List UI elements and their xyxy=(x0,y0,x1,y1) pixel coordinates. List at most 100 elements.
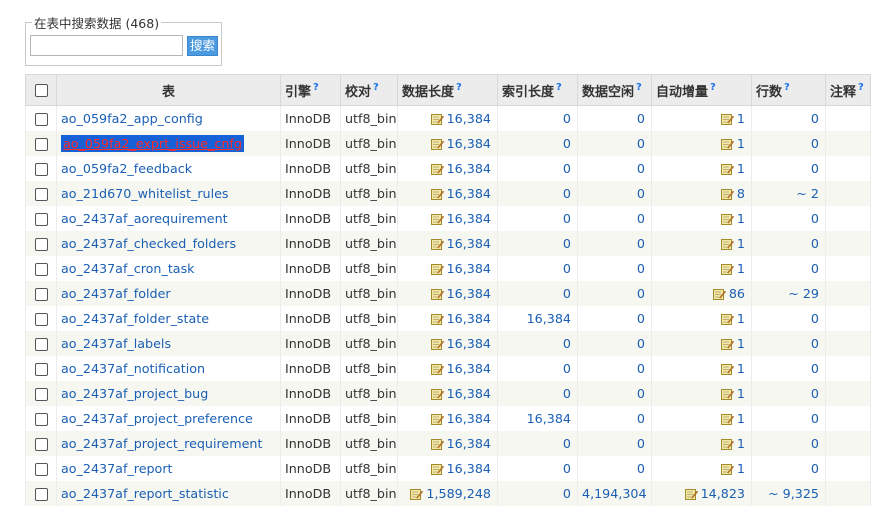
row-checkbox[interactable] xyxy=(34,438,48,451)
data-length-cell[interactable]: 16,384 xyxy=(397,381,498,406)
row-checkbox[interactable] xyxy=(34,188,48,201)
help-icon[interactable]: ? xyxy=(710,82,716,93)
table-row[interactable]: ao_2437af_report_statistic InnoDB utf8_bin… xyxy=(25,481,871,506)
table-name-link[interactable]: ao_2437af_aorequirement xyxy=(61,211,228,226)
help-icon[interactable]: ? xyxy=(556,82,562,93)
table-name-link[interactable]: ao_2437af_notification xyxy=(61,361,205,376)
header-data-length[interactable]: 数据长度? xyxy=(397,74,498,106)
select-all-checkbox[interactable] xyxy=(34,83,48,97)
auto-increment-cell[interactable]: 86 xyxy=(651,281,752,306)
data-length-cell[interactable]: 16,384 xyxy=(397,281,498,306)
auto-increment-cell[interactable]: 1 xyxy=(651,356,752,381)
data-length-cell[interactable]: 16,384 xyxy=(397,231,498,256)
header-index-length[interactable]: 索引长度? xyxy=(497,74,578,106)
data-length-cell[interactable]: 16,384 xyxy=(397,431,498,456)
data-length-cell[interactable]: 16,384 xyxy=(397,131,498,156)
table-row[interactable]: ao_2437af_checked_folders InnoDB utf8_bin 1… xyxy=(25,231,871,256)
data-length-cell[interactable]: 16,384 xyxy=(397,181,498,206)
header-engine[interactable]: 引擎? xyxy=(280,74,341,106)
auto-increment-cell[interactable]: 1 xyxy=(651,406,752,431)
table-row[interactable]: ao_2437af_labels InnoDB utf8_bin 16,384 0 0 1 0 xyxy=(25,331,871,356)
auto-increment-cell[interactable]: 1 xyxy=(651,381,752,406)
table-row[interactable]: ao_2437af_cron_task InnoDB utf8_bin 16,384 0… xyxy=(25,256,871,281)
table-row[interactable]: ao_059fa2_app_config InnoDB utf8_bin 16,384… xyxy=(25,105,871,131)
auto-increment-cell[interactable]: 14,823 xyxy=(651,481,752,506)
auto-increment-cell[interactable]: 1 xyxy=(651,156,752,181)
table-row[interactable]: ao_059fa2_feedback InnoDB utf8_bin 16,384 0 0… xyxy=(25,156,871,181)
data-length-cell[interactable]: 16,384 xyxy=(397,256,498,281)
table-name-link[interactable]: ao_2437af_project_bug xyxy=(61,386,208,401)
row-checkbox[interactable] xyxy=(34,363,48,376)
table-name-link[interactable]: ao_059fa2_app_config xyxy=(61,111,203,126)
data-length-cell[interactable]: 1,589,248 xyxy=(397,481,498,506)
table-name-link[interactable]: ao_2437af_cron_task xyxy=(61,261,195,276)
auto-increment-cell[interactable]: 1 xyxy=(651,256,752,281)
auto-increment-cell[interactable]: 1 xyxy=(651,206,752,231)
header-data-free[interactable]: 数据空闲? xyxy=(577,74,652,106)
help-icon[interactable]: ? xyxy=(373,82,379,93)
table-row[interactable]: ao_2437af_notification InnoDB utf8_bin 16,3… xyxy=(25,356,871,381)
auto-increment-cell[interactable]: 1 xyxy=(651,456,752,481)
table-name-link[interactable]: ao_21d670_whitelist_rules xyxy=(61,186,229,201)
table-name-link[interactable]: ao_2437af_folder xyxy=(61,286,171,301)
help-icon[interactable]: ? xyxy=(636,82,642,93)
header-auto-increment[interactable]: 自动增量? xyxy=(651,74,752,106)
table-row[interactable]: ao_2437af_aorequirement InnoDB utf8_bin 16,… xyxy=(25,206,871,231)
row-checkbox[interactable] xyxy=(34,288,48,301)
search-button[interactable]: 搜索 xyxy=(187,36,218,56)
row-checkbox[interactable] xyxy=(34,488,48,501)
auto-increment-cell[interactable]: 1 xyxy=(651,331,752,356)
table-name-link[interactable]: ao_2437af_report xyxy=(61,461,173,476)
table-name-link[interactable]: ao_2437af_labels xyxy=(61,336,171,351)
table-row[interactable]: ao_2437af_project_requirement InnoDB utf8_… xyxy=(25,431,871,456)
row-checkbox[interactable] xyxy=(34,313,48,326)
row-checkbox[interactable] xyxy=(34,163,48,176)
row-checkbox[interactable] xyxy=(34,263,48,276)
table-row[interactable]: ao_2437af_folder_state InnoDB utf8_bin 16,3… xyxy=(25,306,871,331)
table-name-link[interactable]: ao_2437af_project_preference xyxy=(61,411,253,426)
row-checkbox[interactable] xyxy=(34,388,48,401)
auto-increment-cell[interactable]: 1 xyxy=(651,131,752,156)
data-length-cell[interactable]: 16,384 xyxy=(397,306,498,331)
table-row[interactable]: ao_2437af_project_bug InnoDB utf8_bin 16,38… xyxy=(25,381,871,406)
header-table[interactable]: 表 xyxy=(56,74,281,106)
help-icon[interactable]: ? xyxy=(858,82,864,93)
data-length-cell[interactable]: 16,384 xyxy=(397,406,498,431)
data-length-cell[interactable]: 16,384 xyxy=(397,356,498,381)
row-checkbox[interactable] xyxy=(34,113,48,126)
data-length-cell[interactable]: 16,384 xyxy=(397,105,498,131)
table-name-link[interactable]: ao_2437af_project_requirement xyxy=(61,436,262,451)
auto-increment-cell[interactable]: 1 xyxy=(651,231,752,256)
help-icon[interactable]: ? xyxy=(456,82,462,93)
help-icon[interactable]: ? xyxy=(784,82,790,93)
table-name-link[interactable]: ao_059fa2_feedback xyxy=(61,161,192,176)
data-length-cell[interactable]: 16,384 xyxy=(397,156,498,181)
table-row[interactable]: ao_21d670_whitelist_rules InnoDB utf8_bin 1… xyxy=(25,181,871,206)
help-icon[interactable]: ? xyxy=(313,82,319,93)
auto-increment-cell[interactable]: 1 xyxy=(651,105,752,131)
row-checkbox[interactable] xyxy=(34,413,48,426)
auto-increment-cell[interactable]: 1 xyxy=(651,306,752,331)
table-name-link[interactable]: ao_2437af_checked_folders xyxy=(61,236,236,251)
table-name-link[interactable]: ao_2437af_report_statistic xyxy=(61,486,229,501)
row-checkbox[interactable] xyxy=(34,338,48,351)
auto-increment-cell[interactable]: 1 xyxy=(651,431,752,456)
search-input[interactable] xyxy=(30,35,183,56)
header-collation[interactable]: 校对? xyxy=(340,74,398,106)
table-row[interactable]: ao_2437af_project_preference InnoDB utf8_b… xyxy=(25,406,871,431)
table-row[interactable]: ao_2437af_folder InnoDB utf8_bin 16,384 0 0 86… xyxy=(25,281,871,306)
header-comment[interactable]: 注释? xyxy=(825,74,871,106)
table-row[interactable]: ao_059fa2_exprt_issue_cnfg InnoDB utf8_bin… xyxy=(25,131,871,156)
data-length-cell[interactable]: 16,384 xyxy=(397,206,498,231)
row-checkbox[interactable] xyxy=(34,138,48,151)
table-name-link[interactable]: ao_059fa2_exprt_issue_cnfg xyxy=(61,135,244,152)
row-checkbox[interactable] xyxy=(34,238,48,251)
data-length-cell[interactable]: 16,384 xyxy=(397,331,498,356)
auto-increment-cell[interactable]: 8 xyxy=(651,181,752,206)
header-rows[interactable]: 行数? xyxy=(751,74,826,106)
row-checkbox[interactable] xyxy=(34,213,48,226)
data-length-cell[interactable]: 16,384 xyxy=(397,456,498,481)
table-row[interactable]: ao_2437af_report InnoDB utf8_bin 16,384 0 0 1 0 xyxy=(25,456,871,481)
table-name-link[interactable]: ao_2437af_folder_state xyxy=(61,311,209,326)
row-checkbox[interactable] xyxy=(34,463,48,476)
